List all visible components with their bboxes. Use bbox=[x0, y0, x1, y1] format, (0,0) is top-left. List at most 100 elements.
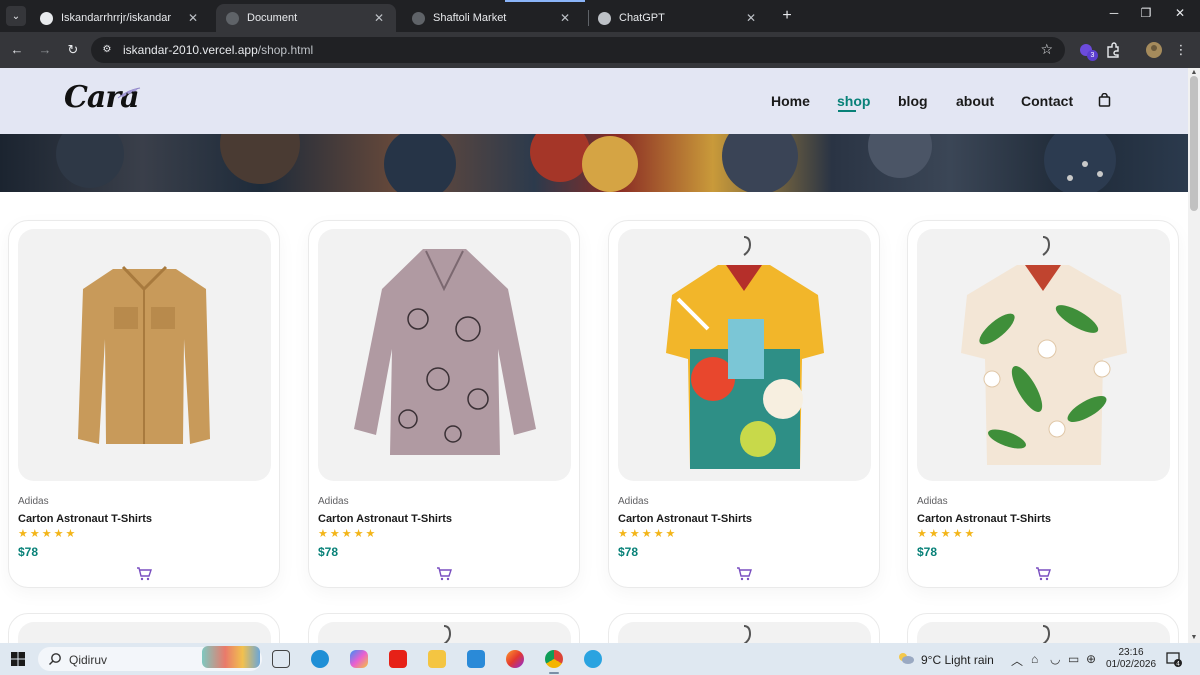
notification-count: 4 bbox=[1176, 661, 1180, 668]
chrome-active-indicator bbox=[549, 672, 559, 674]
nav-shop[interactable]: shop bbox=[837, 93, 870, 109]
browser-menu-icon[interactable]: ⋮ bbox=[1172, 41, 1190, 59]
product-name[interactable]: Carton Astronaut T-Shirts bbox=[917, 513, 1051, 525]
windows-taskbar: Qidiruv 9°C Light rain ︿ ⌂ ◡ ▭ ⊕ 23:16 0… bbox=[0, 643, 1200, 675]
globe-icon bbox=[226, 11, 239, 25]
tab-title: ChatGPT bbox=[619, 12, 665, 24]
product-image-floral-shirt[interactable] bbox=[917, 229, 1170, 481]
product-image[interactable] bbox=[618, 622, 871, 643]
product-card[interactable] bbox=[907, 613, 1179, 643]
edge-icon[interactable] bbox=[311, 650, 329, 668]
nav-home[interactable]: Home bbox=[771, 93, 810, 109]
close-tab-icon[interactable]: ✕ bbox=[744, 11, 758, 25]
system-clock[interactable]: 23:16 01/02/2026 bbox=[1105, 647, 1157, 671]
product-name[interactable]: Carton Astronaut T-Shirts bbox=[618, 513, 752, 525]
product-card[interactable]: Adidas Carton Astronaut T-Shirts ★★★★★ $… bbox=[308, 220, 580, 588]
scroll-down-arrow[interactable]: ▼ bbox=[1190, 634, 1198, 642]
vscode-icon[interactable] bbox=[467, 650, 485, 668]
close-tab-icon[interactable]: ✕ bbox=[186, 11, 200, 25]
product-image[interactable] bbox=[917, 622, 1170, 643]
product-card[interactable] bbox=[8, 613, 280, 643]
tab-document[interactable]: Document ✕ bbox=[216, 4, 396, 32]
tab-chatgpt[interactable]: ChatGPT ✕ bbox=[588, 4, 768, 32]
product-brand: Adidas bbox=[18, 496, 49, 507]
file-explorer-icon[interactable] bbox=[428, 650, 446, 668]
product-price: $78 bbox=[318, 545, 339, 559]
tab-title: Shaftoli Market bbox=[433, 12, 507, 24]
address-bar[interactable]: ⚙ iskandar-2010.vercel.app/shop.html ☆ bbox=[91, 37, 1065, 63]
product-brand: Adidas bbox=[917, 496, 948, 507]
add-to-cart-icon[interactable] bbox=[436, 566, 452, 582]
product-name[interactable]: Carton Astronaut T-Shirts bbox=[318, 513, 452, 525]
globe-icon bbox=[412, 11, 425, 25]
youtube-icon[interactable] bbox=[389, 650, 407, 668]
browser-tab-strip: ⌄ Iskandarrhrrjr/iskandar ✕ Document ✕ S… bbox=[0, 0, 1200, 32]
tab-title: Document bbox=[247, 12, 298, 24]
notification-center-icon[interactable]: 4 bbox=[1166, 651, 1182, 667]
copilot-icon[interactable] bbox=[350, 650, 368, 668]
wifi-icon[interactable]: ◡ bbox=[1050, 652, 1060, 666]
site-info-icon[interactable]: ⚙ bbox=[100, 43, 114, 57]
scrollbar-thumb[interactable] bbox=[1190, 76, 1198, 211]
close-tab-icon[interactable]: ✕ bbox=[558, 11, 572, 25]
chrome-icon[interactable] bbox=[545, 650, 563, 668]
new-tab-button[interactable]: + bbox=[777, 6, 797, 26]
product-price: $78 bbox=[18, 545, 39, 559]
bookmark-star-icon[interactable]: ☆ bbox=[1040, 41, 1053, 58]
product-brand: Adidas bbox=[318, 496, 349, 507]
restore-icon[interactable]: ❐ bbox=[1136, 6, 1156, 20]
product-rating-stars: ★★★★★ bbox=[318, 528, 378, 540]
weather-text[interactable]: 9°C Light rain bbox=[921, 653, 994, 667]
tray-app-icon[interactable]: ⌂ bbox=[1031, 652, 1038, 666]
telegram-icon[interactable] bbox=[584, 650, 602, 668]
close-tab-icon[interactable]: ✕ bbox=[372, 11, 386, 25]
url-text[interactable]: iskandar-2010.vercel.app/shop.html bbox=[123, 43, 313, 57]
shopping-bag-icon[interactable] bbox=[1098, 93, 1111, 107]
product-name[interactable]: Carton Astronaut T-Shirts bbox=[18, 513, 152, 525]
product-image[interactable] bbox=[318, 622, 571, 643]
back-icon[interactable]: ← bbox=[8, 41, 26, 59]
site-header: Cara Home shop blog about Contact bbox=[0, 68, 1188, 134]
product-card[interactable]: Adidas Carton Astronaut T-Shirts ★★★★★ $… bbox=[608, 220, 880, 588]
product-card[interactable]: Adidas Carton Astronaut T-Shirts ★★★★★ $… bbox=[907, 220, 1179, 588]
nav-blog[interactable]: blog bbox=[898, 93, 928, 109]
url-host: iskandar-2010.vercel.app bbox=[123, 43, 258, 57]
search-icon bbox=[49, 653, 61, 665]
add-to-cart-icon[interactable] bbox=[736, 566, 752, 582]
tab-search-button[interactable]: ⌄ bbox=[6, 6, 26, 26]
battery-icon[interactable]: ▭ bbox=[1068, 652, 1079, 666]
tab-github[interactable]: Iskandarrhrrjr/iskandar ✕ bbox=[30, 4, 210, 32]
nav-contact[interactable]: Contact bbox=[1021, 93, 1073, 109]
nav-about[interactable]: about bbox=[956, 93, 994, 109]
tray-overflow-chevron-icon[interactable]: ︿ bbox=[1011, 652, 1023, 669]
weather-rain-icon[interactable] bbox=[897, 651, 915, 667]
profile-avatar[interactable] bbox=[1145, 41, 1163, 59]
product-rating-stars: ★★★★★ bbox=[18, 528, 78, 540]
add-to-cart-icon[interactable] bbox=[136, 566, 152, 582]
search-placeholder: Qidiruv bbox=[69, 653, 108, 667]
extensions-puzzle-icon[interactable] bbox=[1104, 41, 1122, 59]
product-brand: Adidas bbox=[618, 496, 649, 507]
add-to-cart-icon[interactable] bbox=[1035, 566, 1051, 582]
product-card[interactable]: Adidas Carton Astronaut T-Shirts ★★★★★ $… bbox=[8, 220, 280, 588]
windows-start-icon[interactable] bbox=[11, 652, 25, 666]
task-view-icon[interactable] bbox=[272, 650, 290, 668]
product-card[interactable] bbox=[608, 613, 880, 643]
tab-shaftoli-market[interactable]: Shaftoli Market ✕ bbox=[402, 4, 582, 32]
firefox-icon[interactable] bbox=[506, 650, 524, 668]
product-image[interactable] bbox=[18, 622, 271, 643]
hero-banner-illustration bbox=[0, 104, 1188, 200]
extension-badge: 3 bbox=[1087, 50, 1098, 61]
tab-loading-indicator bbox=[505, 0, 585, 2]
tab-title: Iskandarrhrrjr/iskandar bbox=[61, 12, 172, 24]
language-globe-icon[interactable]: ⊕ bbox=[1086, 652, 1096, 666]
minimize-icon[interactable]: ─ bbox=[1104, 6, 1124, 20]
product-image-colorful-shirt[interactable] bbox=[618, 229, 871, 481]
product-image-mauve-blouse[interactable] bbox=[318, 229, 571, 481]
product-image-khaki-shirt[interactable] bbox=[18, 229, 271, 481]
reload-icon[interactable]: ↻ bbox=[64, 41, 82, 59]
forward-icon[interactable]: → bbox=[36, 41, 54, 59]
product-card[interactable] bbox=[308, 613, 580, 643]
page-scrollbar[interactable]: ▲ ▼ bbox=[1188, 68, 1200, 643]
close-window-icon[interactable]: ✕ bbox=[1170, 6, 1190, 20]
